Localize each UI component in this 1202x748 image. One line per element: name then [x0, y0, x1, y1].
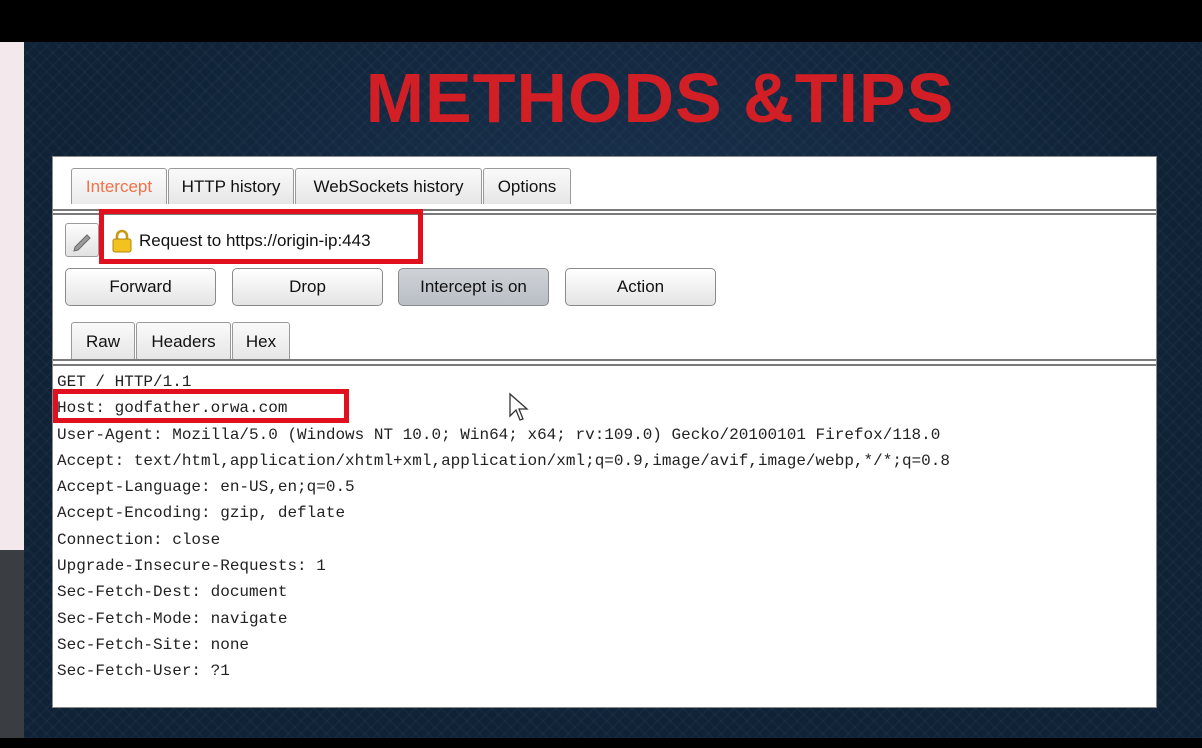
- strip-glyph: [0, 52, 24, 92]
- strip-glyph: [0, 192, 24, 232]
- left-document-strip: [0, 42, 24, 550]
- tab-headers[interactable]: Headers: [136, 322, 231, 359]
- tab-http-history[interactable]: HTTP history: [168, 168, 294, 204]
- video-bottom-bar: [0, 738, 1202, 748]
- left-dark-strip: [0, 550, 24, 738]
- strip-glyph: [0, 402, 24, 442]
- proxy-window: Intercept HTTP history WebSockets histor…: [52, 156, 1157, 708]
- pencil-icon: [73, 234, 91, 252]
- action-button[interactable]: Action: [565, 268, 716, 306]
- raw-line-sec-fetch-dest: Sec-Fetch-Dest: document: [57, 583, 288, 602]
- strip-glyph: [0, 472, 24, 512]
- raw-line-sec-fetch-mode: Sec-Fetch-Mode: navigate: [57, 609, 288, 628]
- strip-glyph: [0, 262, 24, 302]
- tab-hex[interactable]: Hex: [232, 322, 290, 359]
- video-top-bar: [0, 0, 1202, 42]
- raw-line-user-agent: User-Agent: Mozilla/5.0 (Windows NT 10.0…: [57, 425, 941, 444]
- tab-intercept[interactable]: Intercept: [71, 168, 167, 204]
- highlight-box-host: [53, 389, 349, 423]
- raw-line-connection: Connection: close: [57, 530, 221, 549]
- tab-raw[interactable]: Raw: [71, 322, 135, 359]
- tab-options[interactable]: Options: [483, 168, 571, 204]
- slide-title: METHODS &TIPS: [365, 59, 955, 137]
- strip-glyph: [0, 122, 24, 162]
- forward-button[interactable]: Forward: [65, 268, 216, 306]
- raw-line-accept: Accept: text/html,application/xhtml+xml,…: [57, 451, 950, 470]
- intercept-toggle-button[interactable]: Intercept is on: [398, 268, 549, 306]
- highlight-box-request: [99, 209, 423, 264]
- tab-websockets-history[interactable]: WebSockets history: [295, 168, 482, 204]
- raw-line-accept-language: Accept-Language: en-US,en;q=0.5: [57, 478, 355, 497]
- raw-line-sec-fetch-site: Sec-Fetch-Site: none: [57, 635, 250, 654]
- raw-line-accept-encoding: Accept-Encoding: gzip, deflate: [57, 504, 346, 523]
- raw-line-upgrade-insecure: Upgrade-Insecure-Requests: 1: [57, 557, 326, 576]
- divider: [53, 359, 1156, 361]
- divider: [53, 364, 1156, 366]
- drop-button[interactable]: Drop: [232, 268, 383, 306]
- strip-glyph: [0, 332, 24, 372]
- mouse-pointer-icon: [509, 392, 529, 421]
- edit-request-button[interactable]: [65, 223, 99, 257]
- main-tab-bar: Intercept HTTP history WebSockets histor…: [53, 157, 1156, 211]
- raw-line-sec-fetch-user: Sec-Fetch-User: ?1: [57, 662, 230, 681]
